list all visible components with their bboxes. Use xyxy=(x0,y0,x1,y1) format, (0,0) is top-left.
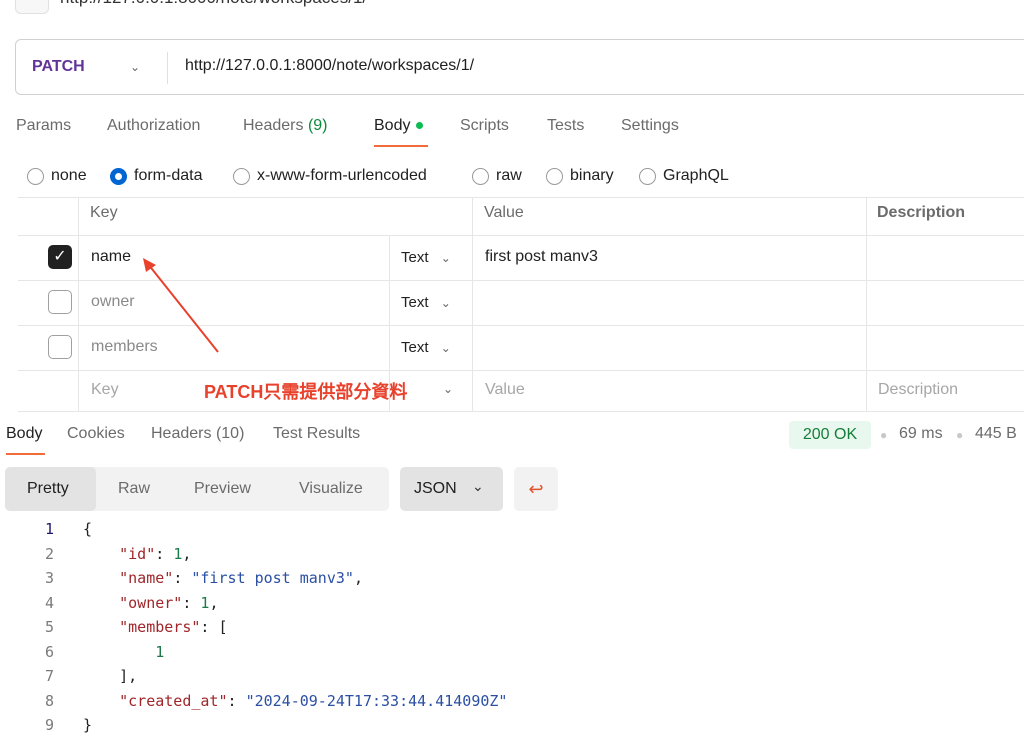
code-line: ], xyxy=(83,667,138,685)
view-visualize[interactable]: Visualize xyxy=(299,480,363,498)
format-label: JSON xyxy=(414,480,457,497)
code-line: "id": 1, xyxy=(119,544,192,563)
code-line: "name": "first post manv3", xyxy=(119,569,363,587)
resp-tab-test-results[interactable]: Test Results xyxy=(273,425,360,443)
code-line: "members": [ xyxy=(119,618,228,636)
annotation-text: PATCH只需提供部分資料 xyxy=(204,382,408,402)
view-raw[interactable]: Raw xyxy=(118,480,150,498)
status-badge[interactable]: 200 OK xyxy=(789,421,871,449)
active-tab-indicator xyxy=(6,453,45,455)
line-number: 6 xyxy=(44,642,54,661)
code-line: "created_at": "2024-09-24T17:33:44.41409… xyxy=(119,691,508,710)
view-pretty[interactable]: Pretty xyxy=(27,480,69,498)
code-line: "owner": 1, xyxy=(119,593,219,612)
line-number: 9 xyxy=(44,716,54,734)
resp-tab-cookies[interactable]: Cookies xyxy=(67,425,125,443)
line-number: 2 xyxy=(44,544,54,563)
line-number: 8 xyxy=(44,691,54,710)
code-line: 1 xyxy=(155,642,165,661)
code-line: { xyxy=(83,520,93,538)
response-size[interactable]: 445 B xyxy=(975,425,1017,443)
separator-dot: ● xyxy=(956,428,964,442)
resp-tab-body[interactable]: Body xyxy=(6,425,42,443)
code-line: } xyxy=(83,716,93,734)
annotation-arrow xyxy=(143,258,219,353)
line-number: 1 xyxy=(44,520,54,538)
line-number: 7 xyxy=(44,667,54,685)
view-preview[interactable]: Preview xyxy=(194,480,251,498)
wrap-lines-icon[interactable]: ↩ xyxy=(514,467,558,511)
chevron-down-icon: ⌄ xyxy=(472,478,484,494)
separator-dot: ● xyxy=(880,428,888,442)
format-select[interactable]: JSON ⌄ xyxy=(400,467,503,511)
line-number: 3 xyxy=(44,569,54,587)
view-mode-segmented: Pretty Raw Preview Visualize xyxy=(5,467,389,511)
line-number: 4 xyxy=(44,593,54,612)
resp-tab-headers[interactable]: Headers (10) xyxy=(151,425,244,443)
response-time[interactable]: 69 ms xyxy=(899,425,943,443)
line-number: 5 xyxy=(44,618,54,636)
